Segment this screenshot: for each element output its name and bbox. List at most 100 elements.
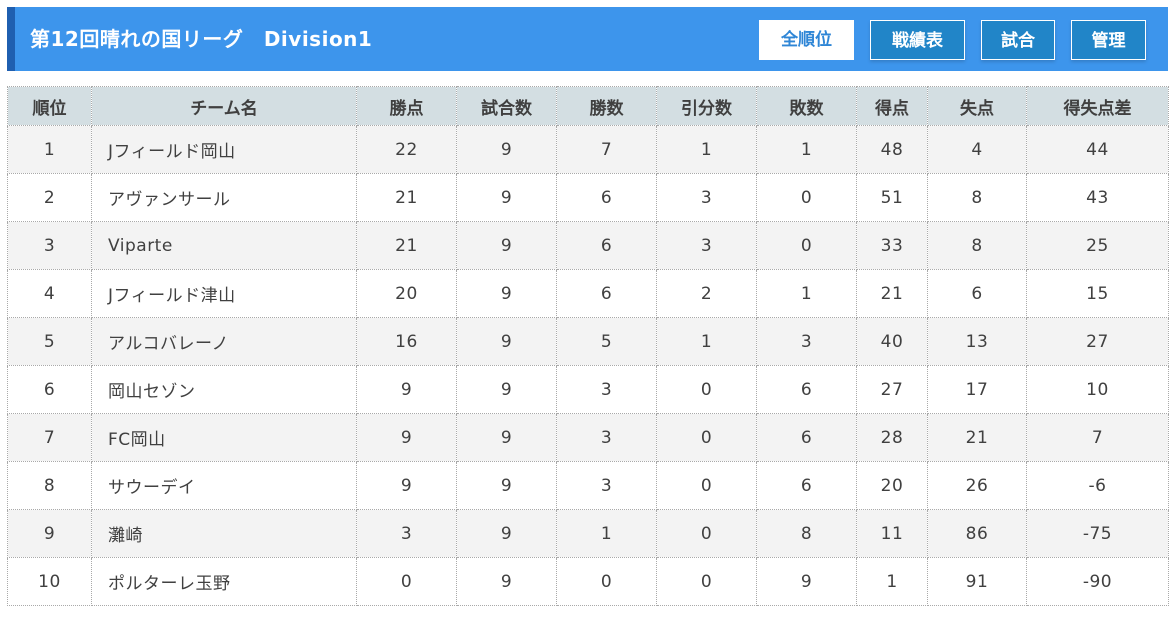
- table-row: 6 岡山セゾン 9 9 3 0 6 27 17 10: [7, 365, 1169, 414]
- played-cell: 9: [456, 461, 557, 510]
- played-cell: 9: [456, 509, 557, 558]
- draws-cell: 0: [656, 413, 757, 462]
- goals-against-cell: 17: [927, 365, 1027, 414]
- goals-for-cell: 28: [856, 413, 928, 462]
- team-name-cell: アヴァンサール: [91, 173, 357, 222]
- goals-for-cell: 20: [856, 461, 928, 510]
- goal-difference-cell: 43: [1026, 173, 1169, 222]
- standings-body: 1 Jフィールド岡山 22 9 7 1 1 48 4 44 2 アヴァンサール 21 9 6 3 0 51 8 43 3…: [7, 125, 1169, 606]
- losses-cell: 1: [756, 125, 857, 174]
- goal-difference-cell: 15: [1026, 269, 1169, 318]
- draws-cell: 3: [656, 173, 757, 222]
- played-cell: 9: [456, 221, 557, 270]
- losses-cell: 6: [756, 461, 857, 510]
- rank-cell: 4: [7, 269, 92, 318]
- results-table-button[interactable]: 戦績表: [870, 20, 965, 60]
- losses-cell: 0: [756, 173, 857, 222]
- goals-for-cell: 33: [856, 221, 928, 270]
- losses-cell: 6: [756, 365, 857, 414]
- rank-cell: 5: [7, 317, 92, 366]
- page-header: 第12回晴れの国リーグ Division1 全順位 戦績表 試合 管理: [7, 7, 1168, 71]
- team-name-cell: Viparte: [91, 221, 357, 270]
- points-cell: 22: [356, 125, 457, 174]
- table-row: 3 Viparte 21 9 6 3 0 33 8 25: [7, 221, 1169, 270]
- goals-for-cell: 40: [856, 317, 928, 366]
- all-standings-button[interactable]: 全順位: [759, 20, 854, 60]
- rank-cell: 9: [7, 509, 92, 558]
- points-cell: 21: [356, 221, 457, 270]
- points-cell: 9: [356, 413, 457, 462]
- points-cell: 21: [356, 173, 457, 222]
- goals-against-cell: 21: [927, 413, 1027, 462]
- draws-cell: 1: [656, 317, 757, 366]
- column-header-losses: 敗数: [756, 86, 857, 126]
- draws-cell: 1: [656, 125, 757, 174]
- rank-cell: 6: [7, 365, 92, 414]
- draws-cell: 0: [656, 365, 757, 414]
- played-cell: 9: [456, 365, 557, 414]
- played-cell: 9: [456, 557, 557, 606]
- losses-cell: 3: [756, 317, 857, 366]
- rank-cell: 8: [7, 461, 92, 510]
- losses-cell: 8: [756, 509, 857, 558]
- column-header-goal-difference: 得失点差: [1026, 86, 1169, 126]
- goals-for-cell: 21: [856, 269, 928, 318]
- wins-cell: 6: [556, 221, 657, 270]
- wins-cell: 6: [556, 173, 657, 222]
- points-cell: 9: [356, 461, 457, 510]
- wins-cell: 3: [556, 461, 657, 510]
- admin-button[interactable]: 管理: [1071, 20, 1146, 60]
- goals-against-cell: 8: [927, 221, 1027, 270]
- rank-cell: 7: [7, 413, 92, 462]
- rank-cell: 3: [7, 221, 92, 270]
- goals-for-cell: 48: [856, 125, 928, 174]
- goals-against-cell: 86: [927, 509, 1027, 558]
- table-row: 9 灘崎 3 9 1 0 8 11 86 -75: [7, 509, 1169, 558]
- draws-cell: 2: [656, 269, 757, 318]
- team-name-cell: サウーデイ: [91, 461, 357, 510]
- goals-against-cell: 13: [927, 317, 1027, 366]
- points-cell: 20: [356, 269, 457, 318]
- column-header-draws: 引分数: [656, 86, 757, 126]
- goals-against-cell: 91: [927, 557, 1027, 606]
- table-row: 1 Jフィールド岡山 22 9 7 1 1 48 4 44: [7, 125, 1169, 174]
- table-header-row: 順位 チーム名 勝点 試合数 勝数 引分数 敗数 得点 失点 得失点差: [7, 86, 1169, 126]
- column-header-played: 試合数: [456, 86, 557, 126]
- team-name-cell: ポルターレ玉野: [91, 557, 357, 606]
- goal-difference-cell: 25: [1026, 221, 1169, 270]
- points-cell: 9: [356, 365, 457, 414]
- draws-cell: 0: [656, 461, 757, 510]
- wins-cell: 6: [556, 269, 657, 318]
- goals-against-cell: 26: [927, 461, 1027, 510]
- column-header-team: チーム名: [91, 86, 357, 126]
- goals-for-cell: 51: [856, 173, 928, 222]
- goal-difference-cell: 44: [1026, 125, 1169, 174]
- losses-cell: 9: [756, 557, 857, 606]
- column-header-rank: 順位: [7, 86, 92, 126]
- wins-cell: 3: [556, 365, 657, 414]
- table-row: 8 サウーデイ 9 9 3 0 6 20 26 -6: [7, 461, 1169, 510]
- wins-cell: 5: [556, 317, 657, 366]
- team-name-cell: Jフィールド津山: [91, 269, 357, 318]
- wins-cell: 3: [556, 413, 657, 462]
- matches-button[interactable]: 試合: [981, 20, 1055, 60]
- goal-difference-cell: -90: [1026, 557, 1169, 606]
- wins-cell: 7: [556, 125, 657, 174]
- goals-for-cell: 1: [856, 557, 928, 606]
- table-row: 2 アヴァンサール 21 9 6 3 0 51 8 43: [7, 173, 1169, 222]
- points-cell: 3: [356, 509, 457, 558]
- standings-table: 順位 チーム名 勝点 試合数 勝数 引分数 敗数 得点 失点 得失点差 1 Jフィ…: [7, 86, 1169, 606]
- rank-cell: 1: [7, 125, 92, 174]
- goal-difference-cell: -75: [1026, 509, 1169, 558]
- goals-for-cell: 27: [856, 365, 928, 414]
- table-row: 7 FC岡山 9 9 3 0 6 28 21 7: [7, 413, 1169, 462]
- played-cell: 9: [456, 173, 557, 222]
- rank-cell: 10: [7, 557, 92, 606]
- played-cell: 9: [456, 125, 557, 174]
- goal-difference-cell: 7: [1026, 413, 1169, 462]
- wins-cell: 0: [556, 557, 657, 606]
- points-cell: 0: [356, 557, 457, 606]
- table-row: 4 Jフィールド津山 20 9 6 2 1 21 6 15: [7, 269, 1169, 318]
- team-name-cell: 岡山セゾン: [91, 365, 357, 414]
- column-header-wins: 勝数: [556, 86, 657, 126]
